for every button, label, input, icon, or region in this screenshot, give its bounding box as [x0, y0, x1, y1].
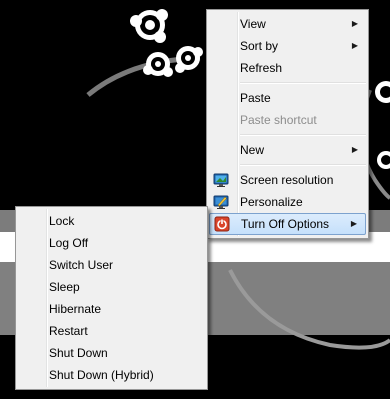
- menu-item-label: Personalize: [240, 195, 303, 209]
- menu-item-view[interactable]: View ▶: [207, 13, 368, 35]
- submenu-item-switch-user[interactable]: Switch User: [16, 254, 207, 276]
- turn-off-options-submenu: Lock Log Off Switch User Sleep Hibernate…: [15, 206, 208, 390]
- submenu-item-sleep[interactable]: Sleep: [16, 276, 207, 298]
- desktop-context-menu: View ▶ Sort by ▶ Refresh Paste Paste sho…: [206, 9, 369, 239]
- menu-separator: [240, 164, 366, 166]
- menu-item-screen-resolution[interactable]: Screen resolution: [207, 169, 368, 191]
- menu-item-turn-off-options[interactable]: Turn Off Options ▶: [209, 213, 366, 235]
- menu-item-label: Hibernate: [49, 302, 102, 316]
- menu-item-label: Sleep: [49, 280, 80, 294]
- submenu-item-lock[interactable]: Lock: [16, 210, 207, 232]
- submenu-item-log-off[interactable]: Log Off: [16, 232, 207, 254]
- menu-item-refresh[interactable]: Refresh: [207, 57, 368, 79]
- menu-separator: [240, 82, 366, 84]
- power-icon: [214, 216, 230, 232]
- menu-item-label: Shut Down (Hybrid): [49, 368, 154, 382]
- menu-item-sort-by[interactable]: Sort by ▶: [207, 35, 368, 57]
- screen-resolution-icon: [213, 173, 229, 187]
- menu-item-new[interactable]: New ▶: [207, 139, 368, 161]
- submenu-arrow-icon: ▶: [351, 41, 358, 50]
- menu-item-label: Shut Down: [49, 346, 108, 360]
- menu-item-label: Paste shortcut: [240, 113, 317, 127]
- submenu-item-restart[interactable]: Restart: [16, 320, 207, 342]
- menu-item-label: Paste: [240, 91, 271, 105]
- submenu-item-shut-down-hybrid[interactable]: Shut Down (Hybrid): [16, 364, 207, 386]
- menu-item-label: Screen resolution: [240, 173, 334, 187]
- submenu-arrow-icon: ▶: [350, 219, 357, 228]
- menu-separator: [240, 134, 366, 136]
- menu-item-personalize[interactable]: Personalize: [207, 191, 368, 213]
- submenu-arrow-icon: ▶: [351, 145, 358, 154]
- menu-item-label: View: [240, 17, 266, 31]
- menu-item-label: Turn Off Options: [241, 217, 330, 231]
- menu-item-label: Restart: [49, 324, 88, 338]
- menu-item-paste-shortcut[interactable]: Paste shortcut: [207, 109, 368, 131]
- menu-item-label: Refresh: [240, 61, 283, 75]
- submenu-arrow-icon: ▶: [351, 19, 358, 28]
- submenu-item-hibernate[interactable]: Hibernate: [16, 298, 207, 320]
- menu-item-label: Sort by: [240, 39, 279, 53]
- menu-item-label: Log Off: [49, 236, 89, 250]
- personalize-icon: [213, 195, 229, 209]
- menu-item-label: Lock: [49, 214, 75, 228]
- submenu-item-shut-down[interactable]: Shut Down: [16, 342, 207, 364]
- menu-item-label: Switch User: [49, 258, 114, 272]
- menu-item-label: New: [240, 143, 265, 157]
- menu-item-paste[interactable]: Paste: [207, 87, 368, 109]
